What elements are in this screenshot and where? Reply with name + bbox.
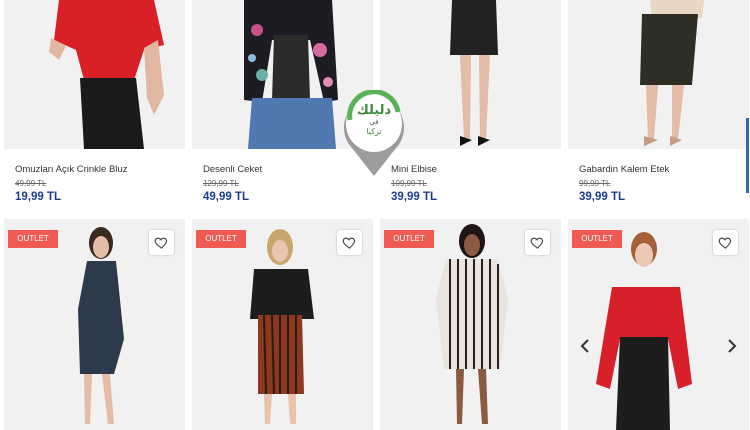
heart-icon (530, 237, 544, 249)
outlet-badge: OUTLET (572, 230, 622, 248)
product-price: 39,99 TL (391, 191, 438, 203)
outlet-badge: OUTLET (384, 230, 434, 248)
product-price: 39,99 TL (579, 191, 626, 203)
carousel-prev-button[interactable] (577, 337, 593, 355)
watermark-line2: في (369, 118, 379, 126)
scroll-indicator (746, 118, 749, 193)
chevron-right-icon (728, 339, 737, 353)
product-price: 49,99 TL (203, 191, 250, 203)
favorite-button[interactable] (713, 230, 738, 255)
product-name[interactable]: Desenli Ceket (203, 164, 262, 175)
product-card[interactable]: OUTLET (568, 219, 749, 430)
product-image[interactable] (568, 0, 749, 149)
product-name[interactable]: Gabardin Kalem Etek (579, 164, 669, 175)
watermark-line3: تركيا (366, 127, 382, 136)
product-old-price: 99,99 TL (579, 179, 611, 188)
product-card[interactable]: OUTLET (4, 219, 185, 430)
product-name[interactable]: Omuzları Açık Crinkle Bluz (15, 164, 127, 175)
outlet-badge: OUTLET (196, 230, 246, 248)
heart-icon (718, 237, 732, 249)
product-price: 19,99 TL (15, 191, 62, 203)
product-old-price: 129,99 TL (203, 179, 239, 188)
favorite-button[interactable] (149, 230, 174, 255)
product-old-price: 109,99 TL (391, 179, 427, 188)
product-card[interactable]: OUTLET (192, 219, 373, 430)
watermark-text: دليلك في تركيا (352, 104, 396, 137)
product-card[interactable]: Omuzları Açık Crinkle Bluz 49,99 TL 19,9… (4, 0, 185, 215)
product-image[interactable] (4, 0, 185, 149)
product-card[interactable]: OUTLET (380, 219, 561, 430)
heart-icon (342, 237, 356, 249)
chevron-left-icon (580, 339, 589, 353)
favorite-button[interactable] (525, 230, 550, 255)
product-info: Omuzları Açık Crinkle Bluz 49,99 TL 19,9… (4, 149, 185, 215)
favorite-button[interactable] (337, 230, 362, 255)
outlet-badge: OUTLET (8, 230, 58, 248)
watermark-line1: دليلك (356, 103, 392, 118)
product-row-bottom: OUTLET OUTLET OUTLET OUTLET (0, 219, 750, 430)
product-old-price: 49,99 TL (15, 179, 47, 188)
product-card[interactable]: Gabardin Kalem Etek 99,99 TL 39,99 TL (568, 0, 749, 215)
product-info: Gabardin Kalem Etek 99,99 TL 39,99 TL (568, 149, 749, 215)
carousel-next-button[interactable] (724, 337, 740, 355)
heart-icon (154, 237, 168, 249)
